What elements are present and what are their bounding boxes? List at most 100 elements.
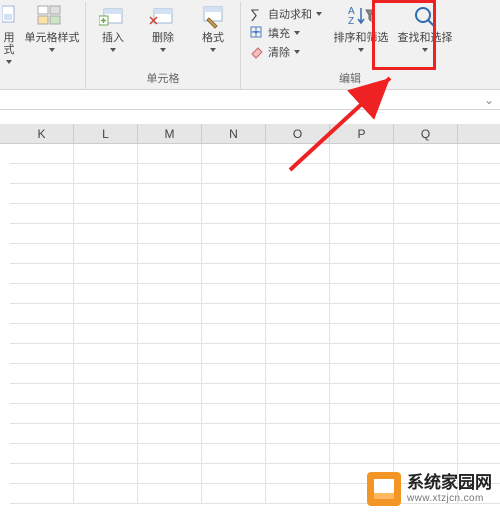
cell[interactable] xyxy=(458,384,500,404)
cell[interactable] xyxy=(74,364,138,384)
format-button[interactable]: 格式 xyxy=(191,4,235,52)
cell[interactable] xyxy=(74,224,138,244)
cell[interactable] xyxy=(330,264,394,284)
cell[interactable] xyxy=(202,204,266,224)
cell[interactable] xyxy=(266,164,330,184)
cell[interactable] xyxy=(202,484,266,504)
cell[interactable] xyxy=(202,244,266,264)
cell[interactable] xyxy=(266,224,330,244)
cell[interactable] xyxy=(330,324,394,344)
cell[interactable] xyxy=(138,384,202,404)
col-header[interactable]: P xyxy=(330,124,394,143)
cell[interactable] xyxy=(266,244,330,264)
cell[interactable] xyxy=(394,344,458,364)
cell[interactable] xyxy=(394,264,458,284)
insert-button[interactable]: 插入 xyxy=(91,4,135,52)
cell[interactable] xyxy=(202,284,266,304)
cell[interactable] xyxy=(266,184,330,204)
cell[interactable] xyxy=(266,304,330,324)
cell[interactable] xyxy=(202,264,266,284)
cell[interactable] xyxy=(138,444,202,464)
cell[interactable] xyxy=(202,444,266,464)
cell[interactable] xyxy=(202,184,266,204)
cell[interactable] xyxy=(458,304,500,324)
cell-styles-button[interactable]: 单元格样式 xyxy=(24,4,80,64)
cell[interactable] xyxy=(330,144,394,164)
cell[interactable] xyxy=(394,324,458,344)
cell[interactable] xyxy=(394,184,458,204)
rowcol-corner[interactable] xyxy=(0,124,10,143)
cell[interactable] xyxy=(138,144,202,164)
cell[interactable] xyxy=(330,404,394,424)
col-header[interactable]: Q xyxy=(394,124,458,143)
cell[interactable] xyxy=(202,424,266,444)
cell[interactable] xyxy=(10,364,74,384)
cell[interactable] xyxy=(74,344,138,364)
cell[interactable] xyxy=(202,224,266,244)
cell[interactable] xyxy=(74,284,138,304)
cell[interactable] xyxy=(74,304,138,324)
cell[interactable] xyxy=(330,344,394,364)
fill-button[interactable]: 填充 xyxy=(250,25,322,41)
cell[interactable] xyxy=(202,344,266,364)
cell[interactable] xyxy=(202,304,266,324)
cell[interactable] xyxy=(458,164,500,184)
cell[interactable] xyxy=(10,344,74,364)
cell[interactable] xyxy=(10,384,74,404)
cell[interactable] xyxy=(138,204,202,224)
cell[interactable] xyxy=(138,484,202,504)
cell[interactable] xyxy=(330,284,394,304)
cell[interactable] xyxy=(138,364,202,384)
cell[interactable] xyxy=(74,244,138,264)
cell[interactable] xyxy=(458,264,500,284)
cell[interactable] xyxy=(330,384,394,404)
cell[interactable] xyxy=(266,364,330,384)
col-header[interactable]: L xyxy=(74,124,138,143)
find-select-button[interactable]: 查找和选择 xyxy=(396,4,454,62)
cell[interactable] xyxy=(74,484,138,504)
cell[interactable] xyxy=(138,464,202,484)
cell[interactable] xyxy=(202,464,266,484)
cell[interactable] xyxy=(74,324,138,344)
cell[interactable] xyxy=(10,464,74,484)
cell[interactable] xyxy=(330,424,394,444)
cell[interactable] xyxy=(10,204,74,224)
cell[interactable] xyxy=(458,364,500,384)
cell[interactable] xyxy=(394,384,458,404)
cell[interactable] xyxy=(138,164,202,184)
apply-style-button[interactable]: 用式 xyxy=(0,4,18,64)
cell[interactable] xyxy=(266,264,330,284)
cell[interactable] xyxy=(266,424,330,444)
cell[interactable] xyxy=(202,164,266,184)
cell[interactable] xyxy=(138,404,202,424)
cell[interactable] xyxy=(74,464,138,484)
cell[interactable] xyxy=(74,384,138,404)
cell[interactable] xyxy=(266,484,330,504)
cell[interactable] xyxy=(10,424,74,444)
cell[interactable] xyxy=(138,244,202,264)
cell[interactable] xyxy=(330,224,394,244)
col-header[interactable]: K xyxy=(10,124,74,143)
cell[interactable] xyxy=(138,264,202,284)
cell[interactable] xyxy=(138,304,202,324)
col-header-overflow[interactable] xyxy=(458,124,500,143)
cell[interactable] xyxy=(74,264,138,284)
cell[interactable] xyxy=(10,224,74,244)
cell[interactable] xyxy=(330,364,394,384)
cell[interactable] xyxy=(202,384,266,404)
cell[interactable] xyxy=(10,184,74,204)
cell[interactable] xyxy=(458,444,500,464)
cell[interactable] xyxy=(266,344,330,364)
cell[interactable] xyxy=(202,404,266,424)
cell[interactable] xyxy=(10,284,74,304)
cell[interactable] xyxy=(394,164,458,184)
cell[interactable] xyxy=(74,184,138,204)
cell[interactable] xyxy=(10,244,74,264)
cell[interactable] xyxy=(394,144,458,164)
cell[interactable] xyxy=(202,364,266,384)
cell[interactable] xyxy=(330,164,394,184)
cell[interactable] xyxy=(330,184,394,204)
cell[interactable] xyxy=(138,424,202,444)
cell[interactable] xyxy=(458,424,500,444)
delete-button[interactable]: 删除 xyxy=(141,4,185,52)
